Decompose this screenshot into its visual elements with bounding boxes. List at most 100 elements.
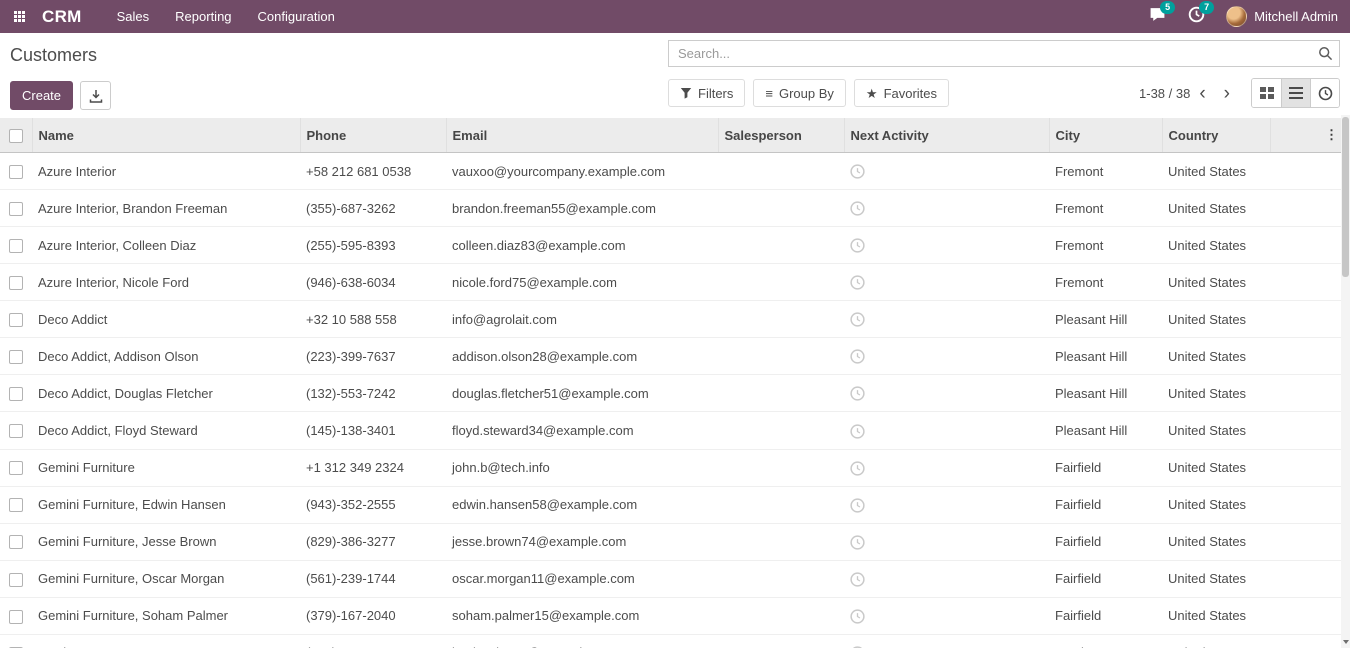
row-checkbox[interactable]	[9, 573, 23, 587]
cell-name[interactable]: Azure Interior	[32, 153, 300, 190]
cell-name[interactable]: Gemini Furniture, Jesse Brown	[32, 523, 300, 560]
cell-next-activity[interactable]	[844, 264, 1049, 301]
cell-country[interactable]: United States	[1162, 301, 1270, 338]
kanban-view-button[interactable]	[1252, 79, 1281, 107]
favorites-button[interactable]: ★ Favorites	[854, 79, 949, 107]
cell-next-activity[interactable]	[844, 190, 1049, 227]
next-activity-clock-icon[interactable]	[850, 201, 865, 216]
cell-next-activity[interactable]	[844, 338, 1049, 375]
cell-city[interactable]: Fairfield	[1049, 449, 1162, 486]
row-checkbox[interactable]	[9, 387, 23, 401]
vertical-scrollbar[interactable]	[1341, 115, 1350, 648]
customer-row[interactable]: Lumber Inc (828)-316-0593 lumber-inv92@e…	[0, 634, 1350, 648]
cell-name[interactable]: Gemini Furniture	[32, 449, 300, 486]
cell-email[interactable]: info@agrolait.com	[446, 301, 718, 338]
cell-phone[interactable]: (828)-316-0593	[300, 634, 446, 648]
cell-email[interactable]: edwin.hansen58@example.com	[446, 486, 718, 523]
header-phone[interactable]: Phone	[300, 118, 446, 153]
cell-country[interactable]: United States	[1162, 338, 1270, 375]
cell-email[interactable]: addison.olson28@example.com	[446, 338, 718, 375]
cell-country[interactable]: United States	[1162, 523, 1270, 560]
customer-row[interactable]: Gemini Furniture, Soham Palmer (379)-167…	[0, 597, 1350, 634]
cell-country[interactable]: United States	[1162, 227, 1270, 264]
menu-sales[interactable]: Sales	[104, 0, 163, 33]
cell-city[interactable]: Fremont	[1049, 227, 1162, 264]
cell-phone[interactable]: +58 212 681 0538	[300, 153, 446, 190]
cell-city[interactable]: Pleasant Hill	[1049, 301, 1162, 338]
cell-name[interactable]: Gemini Furniture, Edwin Hansen	[32, 486, 300, 523]
cell-city[interactable]: Fairfield	[1049, 523, 1162, 560]
app-brand[interactable]: CRM	[42, 7, 82, 27]
cell-city[interactable]: Pleasant Hill	[1049, 375, 1162, 412]
cell-phone[interactable]: (223)-399-7637	[300, 338, 446, 375]
cell-phone[interactable]: (943)-352-2555	[300, 486, 446, 523]
cell-city[interactable]: Pleasant Hill	[1049, 338, 1162, 375]
customer-row[interactable]: Gemini Furniture, Oscar Morgan (561)-239…	[0, 560, 1350, 597]
cell-name[interactable]: Azure Interior, Brandon Freeman	[32, 190, 300, 227]
cell-name[interactable]: Deco Addict, Douglas Fletcher	[32, 375, 300, 412]
pager-previous-button[interactable]: ‹	[1190, 84, 1214, 103]
cell-salesperson[interactable]	[718, 190, 844, 227]
row-checkbox[interactable]	[9, 276, 23, 290]
cell-city[interactable]: Fairfield	[1049, 560, 1162, 597]
cell-name[interactable]: Gemini Furniture, Soham Palmer	[32, 597, 300, 634]
header-email[interactable]: Email	[446, 118, 718, 153]
next-activity-clock-icon[interactable]	[850, 164, 865, 179]
cell-next-activity[interactable]	[844, 449, 1049, 486]
row-checkbox[interactable]	[9, 535, 23, 549]
activity-view-button[interactable]	[1310, 79, 1339, 107]
next-activity-clock-icon[interactable]	[850, 275, 865, 290]
header-city[interactable]: City	[1049, 118, 1162, 153]
user-menu[interactable]: Mitchell Admin	[1216, 0, 1350, 33]
customer-row[interactable]: Gemini Furniture +1 312 349 2324 john.b@…	[0, 449, 1350, 486]
row-checkbox[interactable]	[9, 498, 23, 512]
cell-country[interactable]: United States	[1162, 634, 1270, 648]
cell-country[interactable]: United States	[1162, 597, 1270, 634]
cell-next-activity[interactable]	[844, 634, 1049, 648]
cell-next-activity[interactable]	[844, 301, 1049, 338]
cell-salesperson[interactable]	[718, 560, 844, 597]
pager-next-button[interactable]: ›	[1215, 84, 1239, 103]
cell-salesperson[interactable]	[718, 375, 844, 412]
cell-email[interactable]: soham.palmer15@example.com	[446, 597, 718, 634]
create-button[interactable]: Create	[10, 81, 73, 110]
cell-next-activity[interactable]	[844, 486, 1049, 523]
list-view-button[interactable]	[1281, 79, 1310, 107]
cell-country[interactable]: United States	[1162, 153, 1270, 190]
cell-city[interactable]: Fremont	[1049, 264, 1162, 301]
select-all-checkbox[interactable]	[9, 129, 23, 143]
next-activity-clock-icon[interactable]	[850, 386, 865, 401]
cell-salesperson[interactable]	[718, 634, 844, 648]
customer-row[interactable]: Deco Addict, Floyd Steward (145)-138-340…	[0, 412, 1350, 449]
next-activity-clock-icon[interactable]	[850, 312, 865, 327]
cell-salesperson[interactable]	[718, 412, 844, 449]
cell-phone[interactable]: (829)-386-3277	[300, 523, 446, 560]
header-next-activity[interactable]: Next Activity	[844, 118, 1049, 153]
group-by-button[interactable]: ≡ Group By	[753, 79, 846, 107]
cell-phone[interactable]: (379)-167-2040	[300, 597, 446, 634]
cell-next-activity[interactable]	[844, 412, 1049, 449]
cell-country[interactable]: United States	[1162, 375, 1270, 412]
optional-columns-toggle[interactable]: ⋮	[1270, 118, 1350, 153]
cell-salesperson[interactable]	[718, 449, 844, 486]
row-checkbox[interactable]	[9, 461, 23, 475]
cell-phone[interactable]: (132)-553-7242	[300, 375, 446, 412]
cell-salesperson[interactable]	[718, 301, 844, 338]
header-country[interactable]: Country	[1162, 118, 1270, 153]
cell-country[interactable]: United States	[1162, 264, 1270, 301]
cell-city[interactable]: Fairfield	[1049, 486, 1162, 523]
scrollbar-down-arrow[interactable]	[1341, 636, 1350, 648]
next-activity-clock-icon[interactable]	[850, 572, 865, 587]
row-checkbox[interactable]	[9, 313, 23, 327]
cell-city[interactable]: Fremont	[1049, 190, 1162, 227]
cell-name[interactable]: Deco Addict, Addison Olson	[32, 338, 300, 375]
cell-next-activity[interactable]	[844, 560, 1049, 597]
pager-value[interactable]: 1-38 / 38	[1139, 86, 1190, 101]
scrollbar-thumb[interactable]	[1342, 117, 1349, 277]
search-input[interactable]	[668, 40, 1340, 67]
cell-email[interactable]: colleen.diaz83@example.com	[446, 227, 718, 264]
cell-email[interactable]: john.b@tech.info	[446, 449, 718, 486]
header-name[interactable]: Name	[32, 118, 300, 153]
cell-salesperson[interactable]	[718, 153, 844, 190]
cell-country[interactable]: United States	[1162, 412, 1270, 449]
